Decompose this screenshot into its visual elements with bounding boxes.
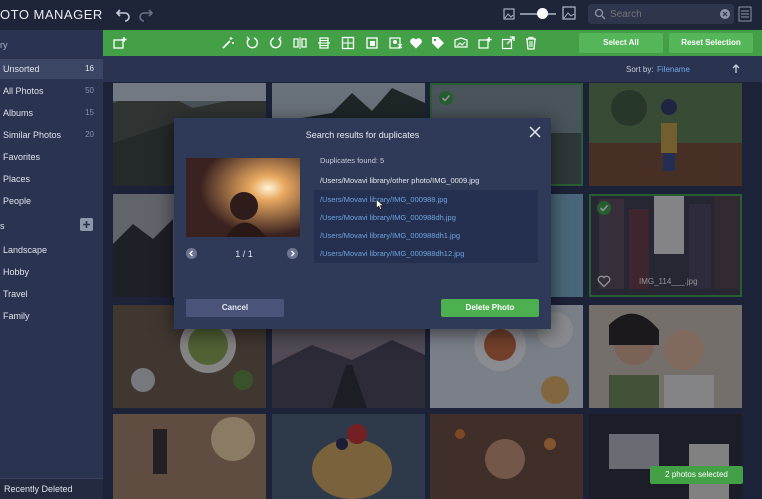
- selection-status-badge: 2 photos selected: [650, 466, 743, 484]
- reset-selection-button[interactable]: Reset Selection: [669, 33, 753, 53]
- sidebar-item-label: Recently Deleted: [4, 484, 73, 494]
- crop-icon[interactable]: [341, 36, 355, 50]
- sidebar-item-count: 16: [85, 64, 94, 73]
- sidebar-item-unsorted[interactable]: Unsorted 16: [0, 59, 103, 79]
- sidebar-album-family[interactable]: Family: [0, 306, 103, 326]
- sidebar-item-people[interactable]: People: [0, 191, 103, 211]
- sidebar-item-label: Landscape: [3, 245, 48, 255]
- sidebar-item-label: Places: [3, 174, 31, 184]
- original-file-path: /Users/Movavi library/other photo/IMG_00…: [320, 176, 480, 185]
- sidebar: ry Unsorted 16 All Photos 50 Albums 15 S…: [0, 30, 103, 499]
- sort-ascending-icon[interactable]: [731, 64, 741, 74]
- search-icon: [594, 8, 606, 20]
- dialog-title: Search results for duplicates: [305, 130, 420, 140]
- tag-icon[interactable]: [431, 36, 445, 50]
- background-remove-icon[interactable]: [389, 36, 403, 50]
- sidebar-album-travel[interactable]: Travel: [0, 284, 103, 304]
- sidebar-item-label: Similar Photos: [3, 130, 62, 140]
- sidebar-item-all-photos[interactable]: All Photos 50: [0, 81, 103, 101]
- undo-icon[interactable]: [115, 6, 131, 22]
- clear-search-icon[interactable]: [720, 9, 730, 19]
- duplicates-dialog: Search results for duplicates 1 / 1 Dupl…: [174, 118, 551, 329]
- search-input[interactable]: [610, 6, 710, 22]
- sidebar-item-places[interactable]: Places: [0, 169, 103, 189]
- toolbar: Select All Reset Selection: [103, 30, 762, 56]
- redo-icon[interactable]: [138, 6, 154, 22]
- filter-icon[interactable]: [738, 6, 752, 22]
- magic-wand-icon[interactable]: [221, 36, 235, 50]
- duplicate-preview-image: [186, 158, 300, 237]
- resize-icon[interactable]: [365, 36, 379, 50]
- app-title: OTO MANAGER: [0, 7, 103, 22]
- cancel-button[interactable]: Cancel: [186, 299, 284, 317]
- sort-label: Sort by:: [626, 65, 654, 74]
- duplicates-list: /Users/Movavi library/IMG_000988.jpg /Us…: [314, 190, 538, 263]
- sort-bar: Sort by: Filename: [103, 56, 762, 82]
- sidebar-item-favorites[interactable]: Favorites: [0, 147, 103, 167]
- sort-dropdown[interactable]: Filename: [657, 65, 690, 74]
- sidebar-item-label: Albums: [3, 108, 34, 118]
- duplicate-file-link[interactable]: /Users/Movavi library/IMG_000988dh.jpg: [320, 213, 456, 222]
- sidebar-item-label: People: [3, 196, 32, 206]
- select-all-button[interactable]: Select All: [579, 33, 663, 53]
- sidebar-item-label: Unsorted: [3, 64, 40, 74]
- search-box[interactable]: [588, 4, 734, 24]
- favorite-heart-icon[interactable]: [409, 36, 423, 50]
- page-indicator: 1 / 1: [235, 249, 253, 259]
- mouse-cursor-icon: [376, 199, 384, 210]
- collage-icon[interactable]: [454, 36, 468, 50]
- rotate-left-icon[interactable]: [245, 36, 259, 50]
- duplicate-file-link[interactable]: /Users/Movavi library/IMG_000988dh1.jpg: [320, 231, 460, 240]
- photo-sunset-portrait: [186, 158, 300, 237]
- zoom-in-icon[interactable]: [562, 6, 576, 20]
- rotate-right-icon[interactable]: [269, 36, 283, 50]
- delete-photo-button[interactable]: Delete Photo: [441, 299, 539, 317]
- trash-icon[interactable]: [524, 36, 538, 50]
- sidebar-item-label: Travel: [3, 289, 28, 299]
- add-album-icon[interactable]: [80, 218, 93, 231]
- duplicate-file-link[interactable]: /Users/Movavi library/IMG_000988dh12.jpg: [320, 249, 464, 258]
- import-icon[interactable]: [113, 36, 127, 50]
- sidebar-item-count: 20: [85, 130, 94, 139]
- zoom-slider-handle[interactable]: [537, 8, 548, 19]
- straighten-icon[interactable]: [317, 36, 331, 50]
- sidebar-item-albums[interactable]: Albums 15: [0, 103, 103, 123]
- sidebar-item-label: Hobby: [3, 267, 30, 277]
- sidebar-section-albums: s: [0, 221, 5, 231]
- sidebar-item-count: 15: [85, 108, 94, 117]
- sidebar-item-label: All Photos: [3, 86, 44, 96]
- sidebar-section-library: ry: [0, 40, 8, 50]
- share-icon[interactable]: [501, 36, 515, 50]
- sidebar-item-recently-deleted[interactable]: Recently Deleted: [0, 478, 103, 499]
- sidebar-item-label: Family: [3, 311, 30, 321]
- sidebar-item-similar-photos[interactable]: Similar Photos 20: [0, 125, 103, 145]
- title-bar: OTO MANAGER: [0, 0, 762, 30]
- next-page-icon[interactable]: [287, 248, 298, 259]
- flip-icon[interactable]: [293, 36, 307, 50]
- previous-page-icon[interactable]: [186, 248, 197, 259]
- duplicates-count: Duplicates found: 5: [320, 156, 385, 165]
- add-to-album-icon[interactable]: [478, 36, 492, 50]
- sidebar-item-label: Favorites: [3, 152, 41, 162]
- sidebar-album-landscape[interactable]: Landscape: [0, 240, 103, 260]
- close-icon[interactable]: [529, 126, 541, 138]
- sidebar-album-hobby[interactable]: Hobby: [0, 262, 103, 282]
- zoom-out-icon[interactable]: [503, 8, 515, 20]
- sidebar-item-count: 50: [85, 86, 94, 95]
